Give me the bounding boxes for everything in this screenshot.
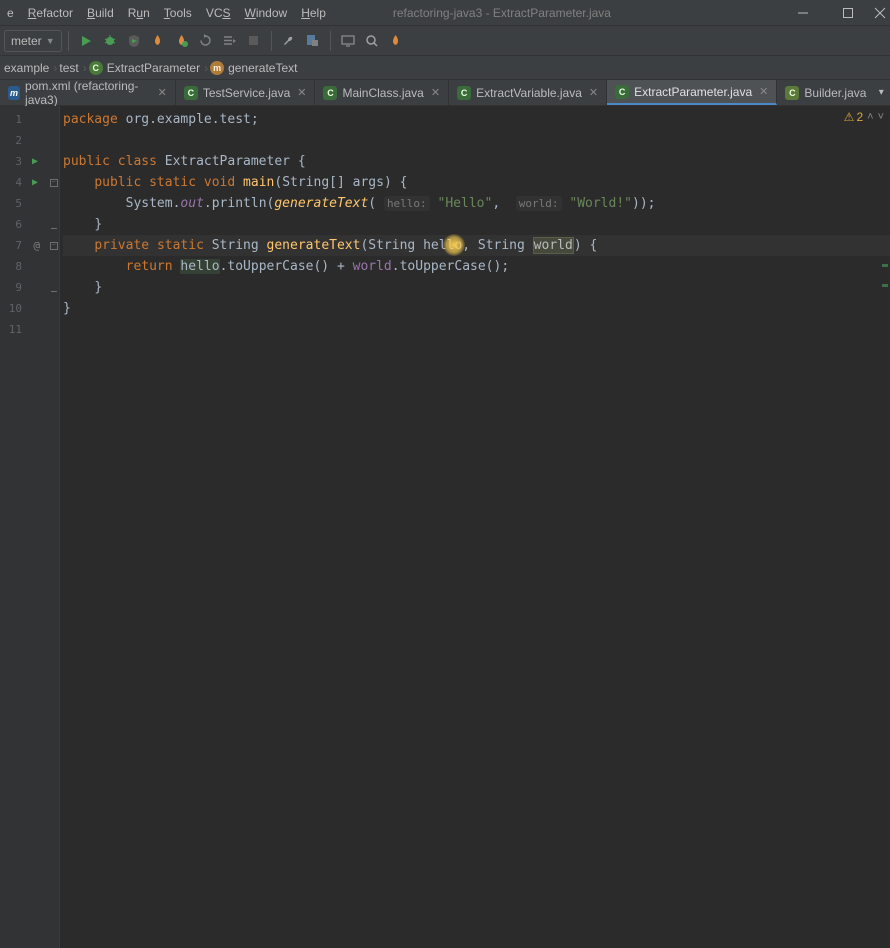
java-class-icon: C bbox=[184, 86, 198, 100]
profile-app-button[interactable] bbox=[385, 30, 407, 52]
chevron-up-icon[interactable]: ˄ bbox=[867, 111, 873, 123]
search-button[interactable] bbox=[361, 30, 383, 52]
fold-handle[interactable]: − bbox=[50, 179, 58, 187]
play-icon bbox=[80, 35, 92, 47]
breadcrumb-example[interactable]: example bbox=[0, 61, 55, 75]
run-button[interactable] bbox=[75, 30, 97, 52]
highlighted-param: world bbox=[533, 237, 574, 254]
flame-icon bbox=[151, 34, 164, 47]
run-gutter-icon[interactable]: ▶ bbox=[32, 156, 38, 167]
debug-button[interactable] bbox=[99, 30, 121, 52]
fold-handle[interactable]: − bbox=[50, 242, 58, 250]
breadcrumb-method[interactable]: m generateText bbox=[206, 61, 303, 75]
chevron-down-icon: ▾ bbox=[879, 87, 884, 98]
java-class-icon: C bbox=[615, 85, 629, 99]
override-gutter-icon[interactable]: @ bbox=[33, 239, 40, 252]
inlay-hint: world: bbox=[516, 196, 562, 211]
step-button[interactable] bbox=[219, 30, 241, 52]
breadcrumb-class[interactable]: C ExtractParameter bbox=[85, 61, 206, 75]
maven-icon: m bbox=[8, 86, 20, 100]
close-button[interactable] bbox=[870, 0, 890, 26]
stop-button[interactable] bbox=[243, 30, 265, 52]
tab-builder[interactable]: C Builder.java bbox=[777, 80, 872, 105]
minimize-icon bbox=[797, 7, 809, 19]
rerun-icon bbox=[199, 34, 212, 47]
line-gutter[interactable]: 1 2 3▶ 4▶ 5 6 7@ 8 9 10 11 bbox=[0, 106, 48, 948]
close-tab-icon[interactable]: ✕ bbox=[295, 86, 308, 99]
flame-icon bbox=[175, 34, 188, 47]
avd-button[interactable] bbox=[337, 30, 359, 52]
inlay-hint: hello: bbox=[384, 196, 430, 211]
tab-pom[interactable]: m pom.xml (refactoring-java3) ✕ bbox=[0, 80, 176, 105]
profile-alt-button[interactable] bbox=[171, 30, 193, 52]
close-tab-icon[interactable]: ✕ bbox=[429, 86, 442, 99]
run-config-selector[interactable]: meter ▼ bbox=[4, 30, 62, 52]
error-stripe[interactable] bbox=[880, 106, 890, 948]
breadcrumbs: example test C ExtractParameter m genera… bbox=[0, 56, 890, 80]
maximize-button[interactable] bbox=[825, 0, 870, 26]
chevron-down-icon: ▼ bbox=[46, 36, 55, 46]
rerun-button[interactable] bbox=[195, 30, 217, 52]
tab-extractparameter[interactable]: C ExtractParameter.java ✕ bbox=[607, 80, 777, 105]
fold-handle[interactable] bbox=[51, 284, 57, 292]
bug-icon bbox=[103, 34, 117, 48]
close-icon bbox=[874, 7, 886, 19]
fold-gutter: − − bbox=[48, 106, 60, 948]
run-config-label: meter bbox=[11, 34, 42, 48]
search-icon bbox=[365, 34, 379, 48]
java-class-icon: C bbox=[457, 86, 471, 100]
window-title: refactoring-java3 - ExtractParameter.jav… bbox=[393, 6, 611, 20]
menu-item-window[interactable]: Window bbox=[238, 3, 295, 23]
coverage-button[interactable] bbox=[123, 30, 145, 52]
tab-extractvariable[interactable]: C ExtractVariable.java ✕ bbox=[449, 80, 607, 105]
menu-item-e[interactable]: e bbox=[0, 3, 21, 23]
maximize-icon bbox=[842, 7, 854, 19]
close-tab-icon[interactable]: ✕ bbox=[757, 85, 770, 98]
profile-button[interactable] bbox=[147, 30, 169, 52]
java-class-icon: C bbox=[785, 86, 799, 100]
tab-testservice[interactable]: C TestService.java ✕ bbox=[176, 80, 316, 105]
fold-handle[interactable] bbox=[51, 221, 57, 229]
warning-icon: ⚠ 2 bbox=[844, 110, 863, 124]
editor[interactable]: 1 2 3▶ 4▶ 5 6 7@ 8 9 10 11 − − package o… bbox=[0, 106, 890, 948]
menubar: e Refactor Build Run Tools VCS Window He… bbox=[0, 0, 890, 26]
minimize-button[interactable] bbox=[780, 0, 825, 26]
menu-item-tools[interactable]: Tools bbox=[157, 3, 199, 23]
shield-play-icon bbox=[127, 34, 141, 48]
menu-item-help[interactable]: Help bbox=[294, 3, 333, 23]
editor-tabs: m pom.xml (refactoring-java3) ✕ C TestSe… bbox=[0, 80, 890, 106]
tabs-overflow-button[interactable]: ▾ bbox=[872, 80, 890, 105]
flame-icon bbox=[389, 34, 402, 47]
method-icon: m bbox=[210, 61, 224, 75]
build-button[interactable] bbox=[278, 30, 300, 52]
inspections-widget[interactable]: ⚠ 2 ˄ ˅ bbox=[844, 110, 884, 124]
file-button[interactable] bbox=[302, 30, 324, 52]
tab-mainclass[interactable]: C MainClass.java ✕ bbox=[315, 80, 449, 105]
class-icon: C bbox=[89, 61, 103, 75]
device-icon bbox=[341, 35, 355, 47]
menu-item-vcs[interactable]: VCS bbox=[199, 3, 238, 23]
java-class-icon: C bbox=[323, 86, 337, 100]
close-tab-icon[interactable]: ✕ bbox=[587, 86, 600, 99]
run-gutter-icon[interactable]: ▶ bbox=[32, 177, 38, 188]
file-tree-icon bbox=[306, 34, 319, 47]
code-area[interactable]: package org.example.test; public class E… bbox=[60, 106, 890, 948]
toolbar: meter ▼ bbox=[0, 26, 890, 56]
marker[interactable] bbox=[882, 264, 888, 267]
close-tab-icon[interactable]: ✕ bbox=[156, 86, 169, 99]
menu-item-build[interactable]: Build bbox=[80, 3, 121, 23]
wrench-icon bbox=[282, 34, 295, 47]
lines-icon bbox=[223, 34, 236, 47]
stop-icon bbox=[248, 35, 259, 46]
menu-item-run[interactable]: Run bbox=[121, 3, 157, 23]
breadcrumb-test[interactable]: test bbox=[55, 61, 84, 75]
marker[interactable] bbox=[882, 284, 888, 287]
menu-item-refactor[interactable]: Refactor bbox=[21, 3, 80, 23]
